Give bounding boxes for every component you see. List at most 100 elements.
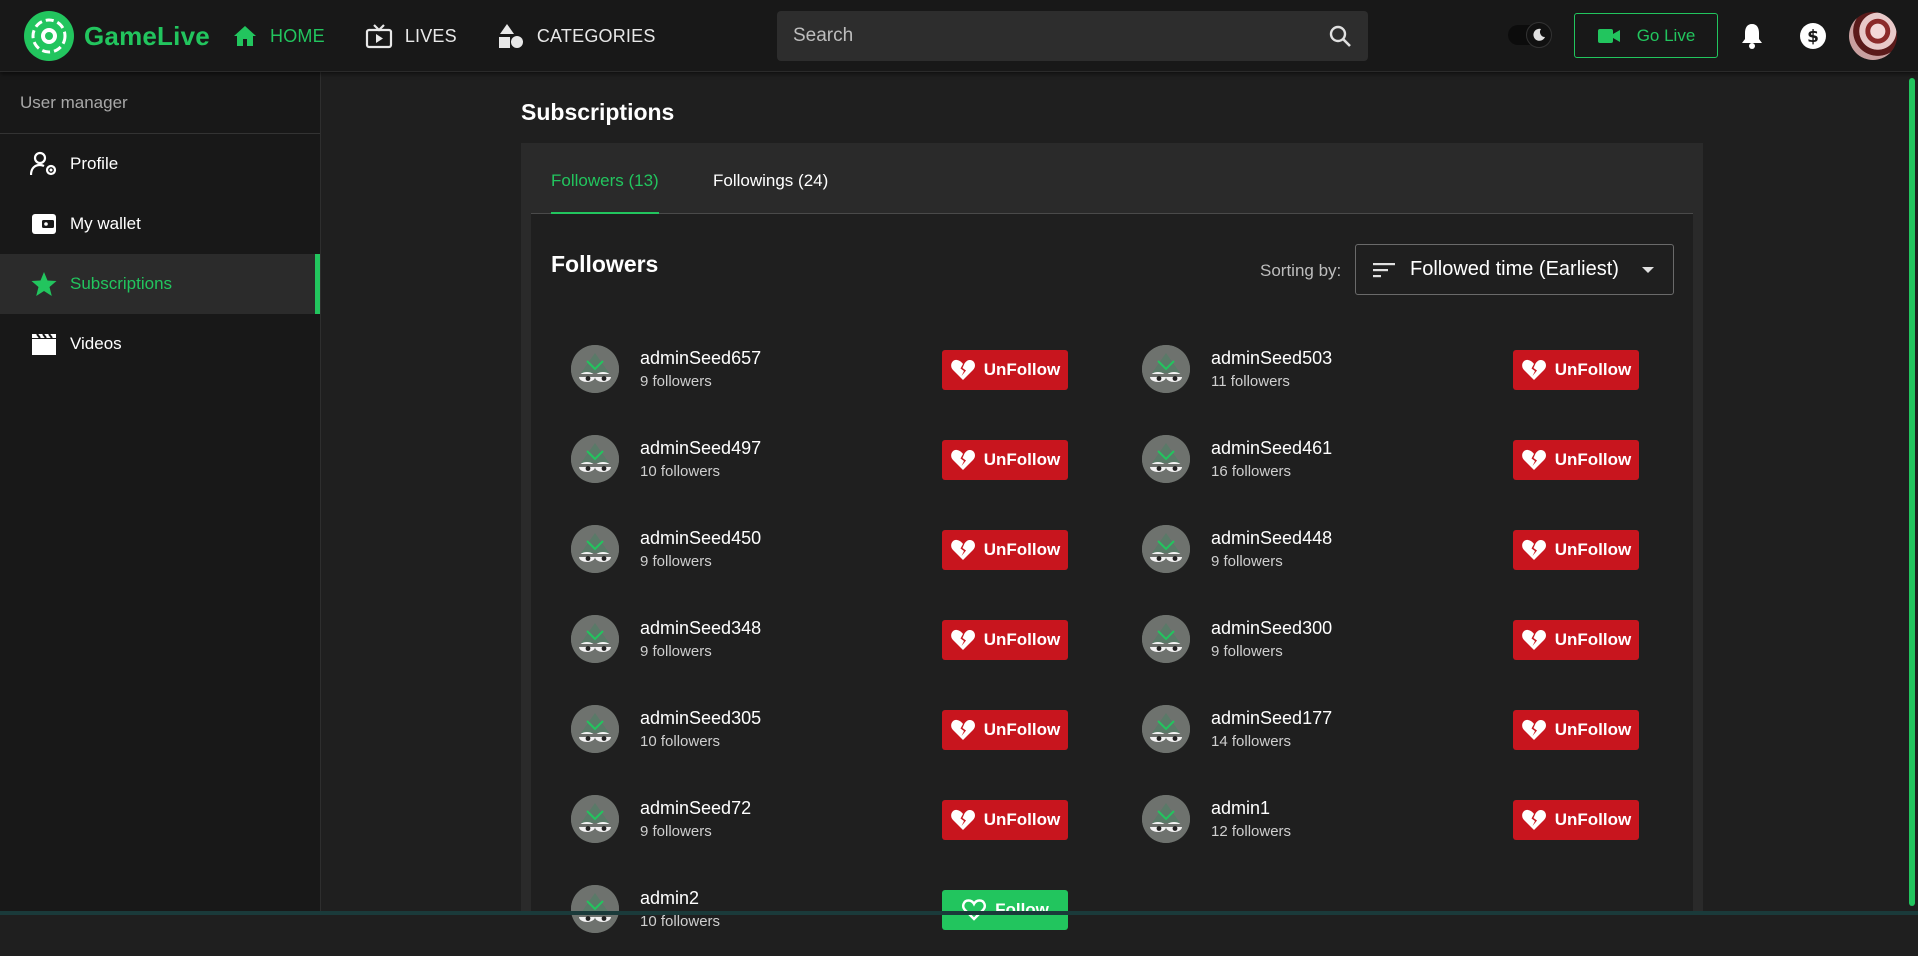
unfollow-button[interactable]: UnFollow (942, 710, 1068, 750)
follower-avatar[interactable] (1142, 705, 1190, 753)
follower-name[interactable]: adminSeed448 (1211, 528, 1332, 549)
follower-avatar[interactable] (1142, 435, 1190, 483)
button-label: UnFollow (983, 810, 1061, 829)
nav-lives[interactable]: LIVES (365, 23, 457, 49)
follower-item: admin1 12 followers UnFollow (1102, 776, 1672, 866)
nav-home[interactable]: HOME (232, 24, 325, 48)
follower-avatar[interactable] (571, 615, 619, 663)
follower-avatar[interactable] (571, 435, 619, 483)
nav-lives-label: LIVES (404, 25, 457, 46)
follower-name[interactable]: adminSeed300 (1211, 618, 1332, 639)
broken-heart-icon (950, 629, 975, 650)
unfollow-button[interactable]: UnFollow (1513, 710, 1639, 750)
user-avatar[interactable] (1849, 12, 1897, 60)
logo[interactable]: GameLive (24, 11, 210, 61)
search-input[interactable] (777, 11, 1312, 61)
follower-count: 9 followers (640, 373, 712, 390)
follower-item: adminSeed497 10 followers UnFollow (531, 416, 1101, 506)
go-live-label: Go Live (1636, 25, 1696, 45)
follower-avatar[interactable] (571, 795, 619, 843)
sidebar-item-label: Videos (70, 334, 122, 353)
sort-select[interactable]: Followed time (Earliest) (1355, 244, 1674, 295)
unfollow-button[interactable]: UnFollow (942, 620, 1068, 660)
wallet-balance-button[interactable]: $ (1798, 21, 1828, 56)
dollar-coin-icon: $ (1800, 23, 1826, 49)
unfollow-button[interactable]: UnFollow (1513, 530, 1639, 570)
follower-name[interactable]: adminSeed177 (1211, 708, 1332, 729)
follower-item: adminSeed657 9 followers UnFollow (531, 326, 1101, 416)
follower-name[interactable]: adminSeed657 (640, 348, 761, 369)
button-label: UnFollow (983, 360, 1061, 379)
follower-avatar[interactable] (571, 525, 619, 573)
broken-heart-icon (1521, 449, 1546, 470)
scrollbar[interactable] (1909, 78, 1915, 906)
follower-name[interactable]: adminSeed348 (640, 618, 761, 639)
sidebar-item-subscriptions[interactable]: Subscriptions (0, 254, 320, 314)
wallet-icon (30, 212, 60, 236)
sort-label: Sorting by: (1260, 261, 1342, 280)
unfollow-button[interactable]: UnFollow (942, 350, 1068, 390)
star-icon (30, 271, 60, 297)
unfollow-button[interactable]: UnFollow (942, 530, 1068, 570)
broken-heart-icon (950, 719, 975, 740)
follower-name[interactable]: admin1 (1211, 798, 1270, 819)
follower-avatar[interactable] (571, 885, 619, 933)
follower-name[interactable]: adminSeed497 (640, 438, 761, 459)
follower-item: adminSeed348 9 followers UnFollow (531, 596, 1101, 686)
subscriptions-card: Followers (13) Followings (24) Followers… (521, 143, 1703, 933)
follower-count: 12 followers (1211, 823, 1292, 840)
unfollow-button[interactable]: UnFollow (1513, 350, 1639, 390)
button-label: UnFollow (1554, 540, 1632, 559)
home-icon (234, 26, 256, 46)
button-label: UnFollow (983, 450, 1061, 469)
unfollow-button[interactable]: UnFollow (1513, 440, 1639, 480)
follower-avatar[interactable] (1142, 525, 1190, 573)
svg-text:$: $ (1807, 27, 1819, 47)
logo-icon (24, 11, 74, 61)
button-label: UnFollow (1554, 810, 1632, 829)
moon-icon (1526, 22, 1552, 48)
button-label: UnFollow (1554, 360, 1632, 379)
go-live-button[interactable]: Go Live (1574, 13, 1718, 58)
follower-avatar[interactable] (571, 705, 619, 753)
sidebar-item-wallet[interactable]: My wallet (0, 194, 320, 254)
broken-heart-icon (1521, 359, 1546, 380)
follow-button[interactable]: Follow (942, 890, 1068, 930)
follower-avatar[interactable] (1142, 615, 1190, 663)
sidebar-item-videos[interactable]: Videos (0, 314, 320, 374)
tv-icon (365, 24, 392, 49)
follower-name[interactable]: adminSeed72 (640, 798, 751, 819)
sidebar-item-profile[interactable]: Profile (0, 134, 320, 194)
tab-followings[interactable]: Followings (24) (713, 171, 828, 214)
follower-name[interactable]: admin2 (640, 888, 699, 909)
follower-name[interactable]: adminSeed461 (1211, 438, 1332, 459)
button-label: UnFollow (1554, 630, 1632, 649)
broken-heart-icon (950, 359, 975, 380)
follower-item: adminSeed448 9 followers UnFollow (1102, 506, 1672, 596)
caret-down-icon (1642, 266, 1654, 273)
follower-name[interactable]: adminSeed305 (640, 708, 761, 729)
unfollow-button[interactable]: UnFollow (1513, 620, 1639, 660)
follower-count: 9 followers (640, 553, 712, 570)
follower-avatar[interactable] (1142, 345, 1190, 393)
follower-item: adminSeed177 14 followers UnFollow (1102, 686, 1672, 776)
theme-toggle[interactable] (1508, 22, 1552, 48)
broken-heart-icon (1521, 629, 1546, 650)
unfollow-button[interactable]: UnFollow (1513, 800, 1639, 840)
notifications-button[interactable] (1740, 22, 1764, 55)
main-nav: HOME LIVES CATEGORIES (232, 0, 696, 72)
unfollow-button[interactable]: UnFollow (942, 440, 1068, 480)
follower-name[interactable]: adminSeed450 (640, 528, 761, 549)
broken-heart-icon (1521, 539, 1546, 560)
unfollow-button[interactable]: UnFollow (942, 800, 1068, 840)
clapperboard-icon (30, 332, 60, 356)
follower-count: 14 followers (1211, 733, 1292, 750)
follower-name[interactable]: adminSeed503 (1211, 348, 1332, 369)
follower-avatar[interactable] (1142, 795, 1190, 843)
follower-item: adminSeed503 11 followers UnFollow (1102, 326, 1672, 416)
search-button[interactable] (1312, 11, 1368, 61)
sidebar-item-label: My wallet (70, 214, 141, 233)
follower-avatar[interactable] (571, 345, 619, 393)
nav-categories[interactable]: CATEGORIES (497, 22, 656, 50)
tab-followers[interactable]: Followers (13) (551, 171, 659, 214)
